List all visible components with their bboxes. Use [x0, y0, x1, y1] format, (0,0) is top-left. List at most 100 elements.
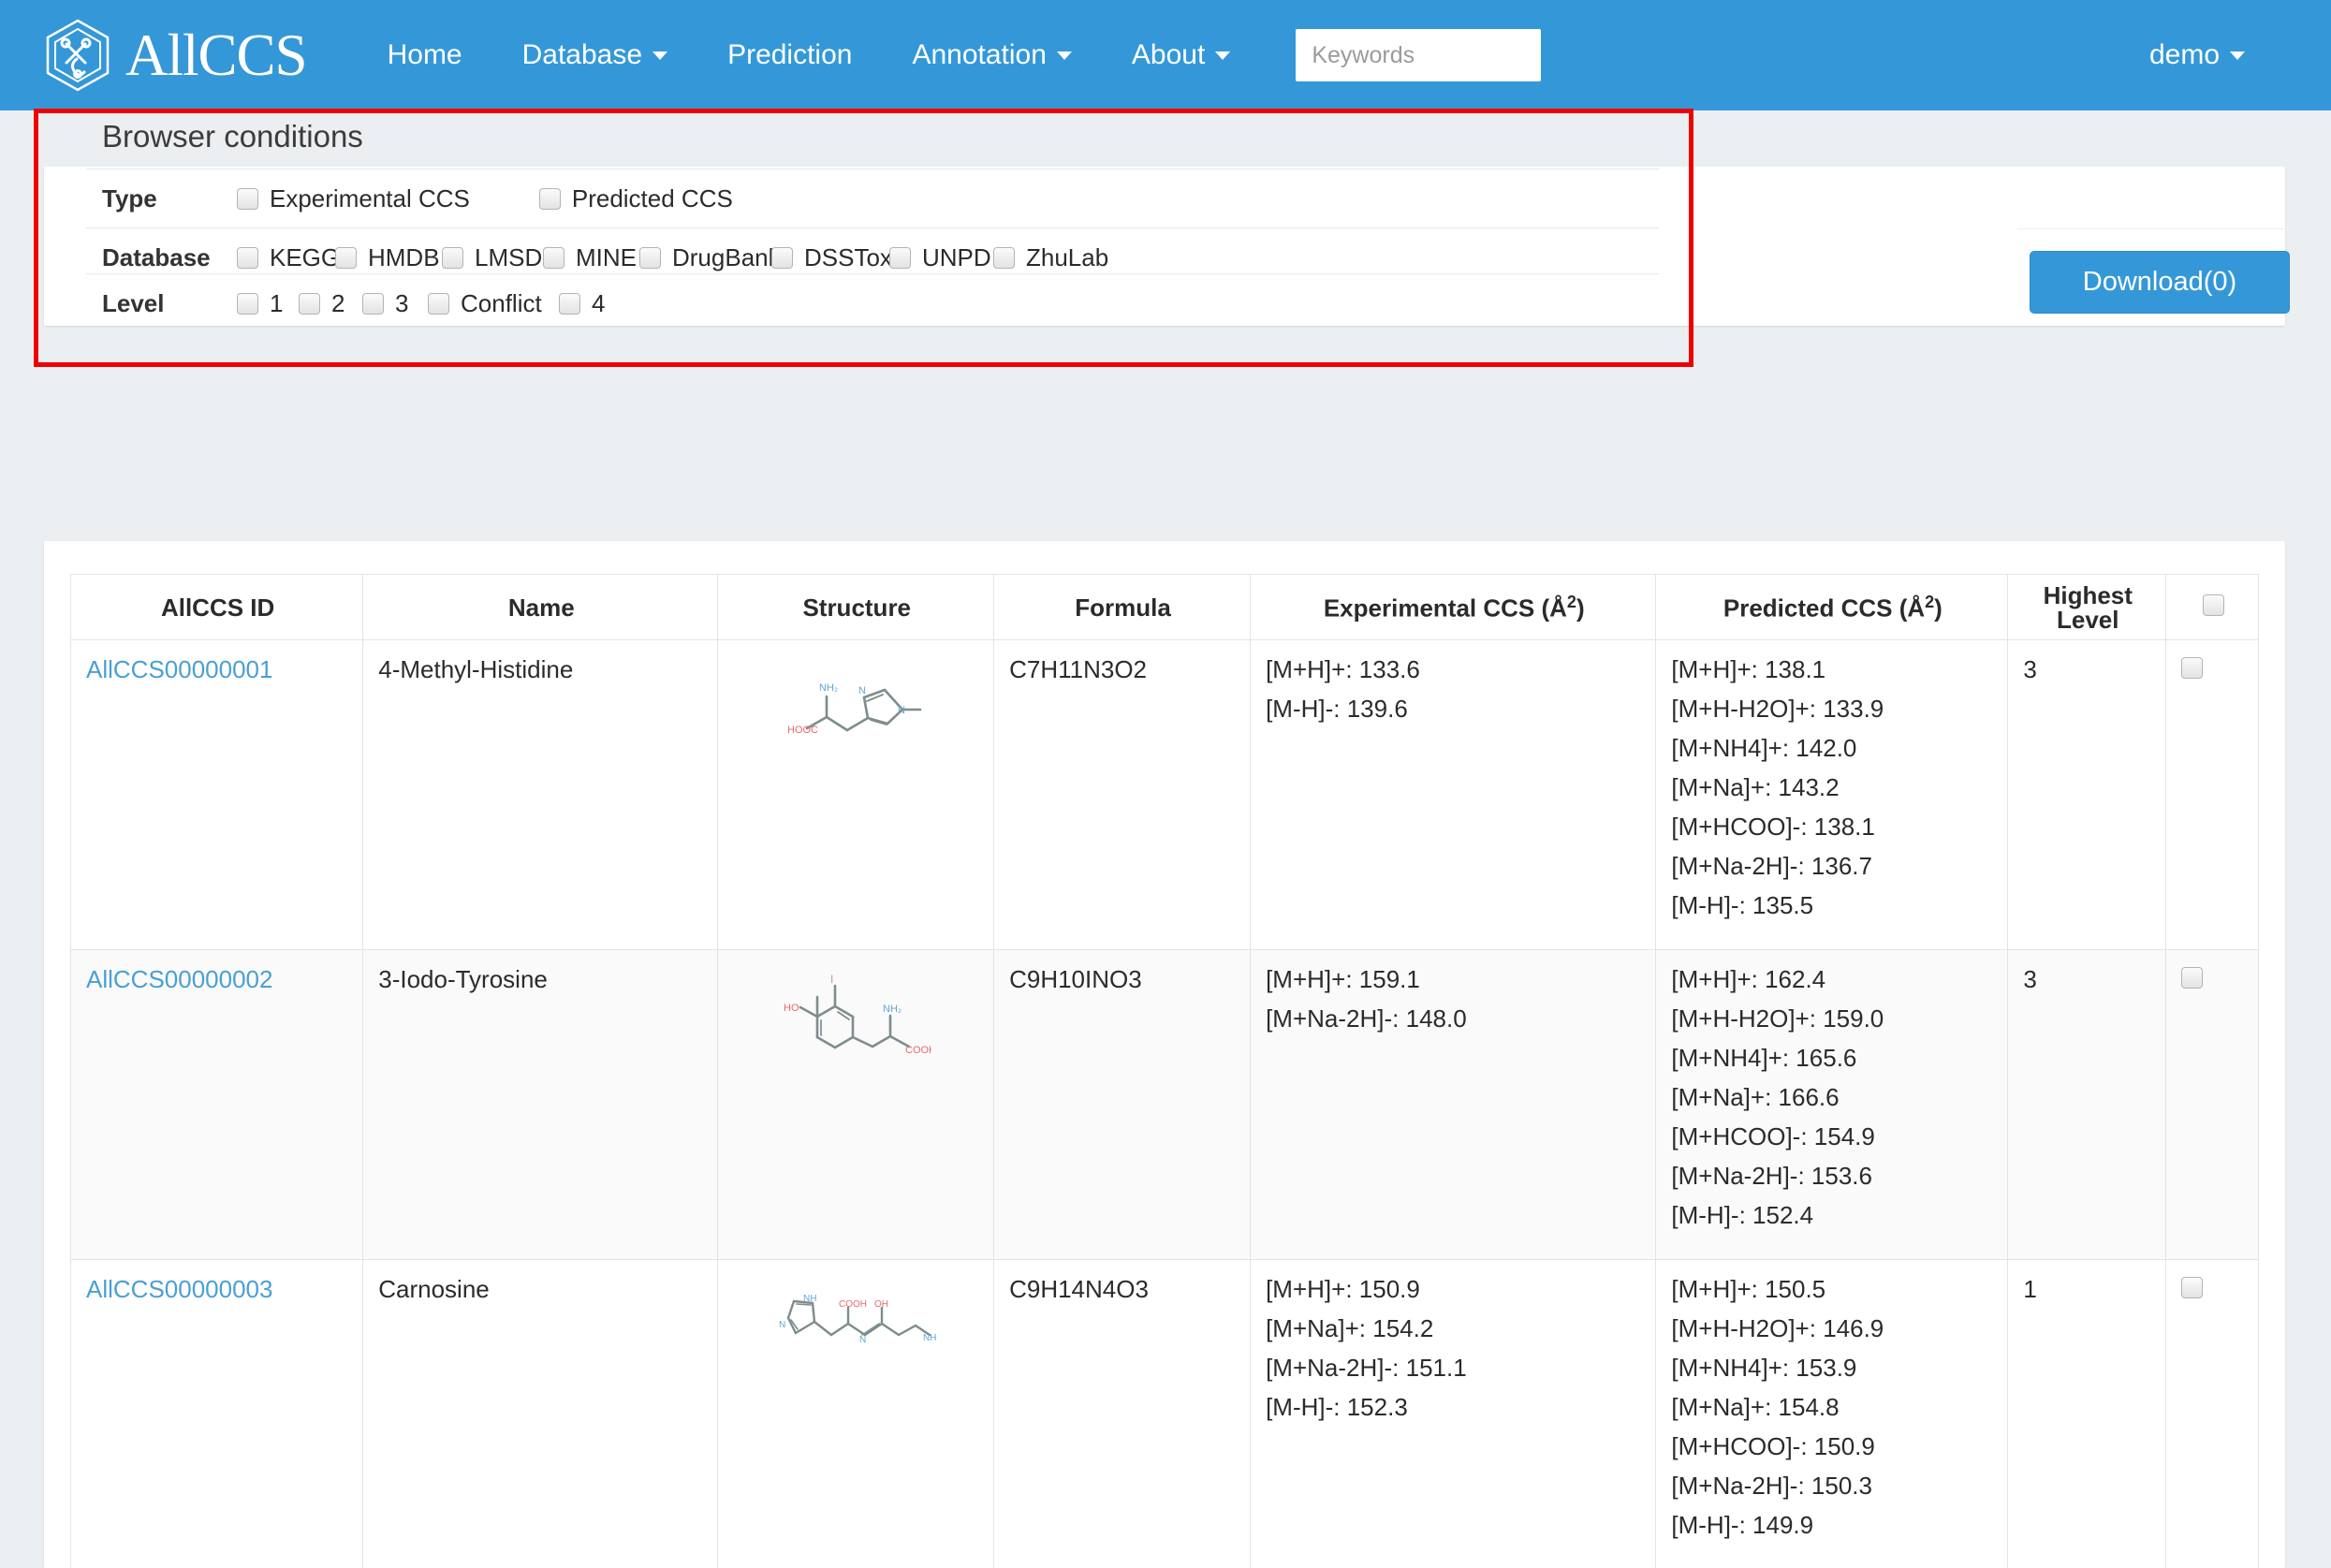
cell-formula: C7H11N3O2: [993, 639, 1252, 950]
cell-allccs-id: AllCCS00000001: [69, 639, 364, 950]
chevron-down-icon: [1215, 51, 1231, 60]
cell-formula: C9H14N4O3: [993, 1259, 1252, 1568]
user-menu-demo[interactable]: demo: [2119, 39, 2275, 71]
search-input[interactable]: [1296, 29, 1542, 81]
checkbox-dsstox[interactable]: [771, 246, 793, 269]
nav-item-prediction[interactable]: Prediction: [697, 39, 882, 71]
checkbox-item-level-2[interactable]: 2: [299, 289, 362, 318]
svg-text:HOOC: HOOC: [787, 725, 818, 736]
cell-allccs-id: AllCCS00000002: [69, 949, 364, 1260]
checkbox-level-2[interactable]: [299, 292, 320, 315]
checkbox-item-drugbank[interactable]: DrugBank: [639, 243, 781, 272]
nav-item-database[interactable]: Database: [492, 39, 697, 71]
checkbox-item-level-3[interactable]: 3: [362, 289, 428, 318]
checkbox-item-mine[interactable]: MINE: [543, 243, 639, 272]
checkbox-label: 2: [331, 288, 345, 317]
cell-row-select: [2165, 639, 2259, 950]
checkbox-experimental-ccs[interactable]: [237, 187, 258, 210]
ccs-value: [M+H-H2O]+: 133.9: [1671, 695, 1884, 723]
checkbox-label: DSSTox: [804, 242, 892, 271]
checkbox-predicted-ccs[interactable]: [538, 187, 561, 210]
chevron-down-icon: [1056, 51, 1072, 60]
nav-item-annotation[interactable]: Annotation: [882, 39, 1101, 71]
checkbox-item-lmsd[interactable]: LMSD: [442, 243, 543, 272]
ccs-value: [M+Na-2H]-: 148.0: [1266, 1004, 1467, 1033]
checkbox-level-conflict[interactable]: [428, 292, 449, 315]
checkbox-drugbank[interactable]: [639, 246, 661, 269]
checkbox-level-1[interactable]: [237, 292, 258, 315]
checkbox-unpd[interactable]: [889, 246, 911, 269]
svg-text:OH: OH: [874, 1299, 888, 1310]
cell-allccs-id: AllCCS00000003: [69, 1259, 364, 1568]
checkbox-row-select[interactable]: [2181, 1277, 2204, 1298]
checkbox-select-all[interactable]: [2202, 594, 2224, 616]
column-header-name[interactable]: Name: [362, 574, 719, 640]
column-header-formula[interactable]: Formula: [993, 574, 1252, 640]
ccs-value: [M+NH4]+: 153.9: [1671, 1354, 1857, 1382]
nav-item-home[interactable]: Home: [358, 39, 492, 71]
checkbox-row-select[interactable]: [2181, 967, 2204, 989]
nav-right: demo: [2119, 39, 2275, 71]
checkbox-item-level-1[interactable]: 1: [237, 289, 299, 318]
allccs-id-link[interactable]: AllCCS00000002: [86, 965, 272, 993]
checkbox-label: KEGG: [270, 242, 341, 271]
brand-logo[interactable]: AllCCS: [43, 18, 308, 93]
checkbox-level-3[interactable]: [362, 292, 384, 315]
browser-conditions-title: Browser conditions: [102, 119, 363, 154]
cell-experimental-ccs: [M+H]+: 150.9 [M+Na]+: 154.2 [M+Na-2H]-:…: [1250, 1259, 1657, 1568]
cell-name: 3-Iodo-Tyrosine: [362, 949, 719, 1260]
checkbox-hmdb[interactable]: [335, 246, 357, 269]
svg-text:NH₂: NH₂: [883, 1004, 902, 1015]
checkbox-item-dsstox[interactable]: DSSTox: [771, 242, 892, 272]
column-header-structure[interactable]: Structure: [717, 574, 995, 640]
download-button[interactable]: Download(0): [2030, 251, 2290, 314]
table-row: AllCCS00000001 4-Methyl-Histidine HOOC N…: [69, 639, 2259, 950]
checkbox-zhulab[interactable]: [993, 246, 1015, 269]
checkbox-label: HMDB: [368, 242, 440, 271]
checkbox-item-zhulab[interactable]: ZhuLab: [993, 243, 1108, 272]
checkbox-mine[interactable]: [543, 246, 564, 269]
allccs-id-link[interactable]: AllCCS00000001: [86, 655, 272, 683]
ccs-value: [M+Na-2H]-: 153.6: [1671, 1162, 1872, 1190]
ccs-value: [M+H]+: 150.9: [1266, 1275, 1420, 1303]
checkbox-item-kegg[interactable]: KEGG: [237, 243, 340, 272]
cell-name: 4-Methyl-Histidine: [362, 639, 719, 950]
results-table-card: AllCCS ID Name Structure Formula Experim…: [44, 541, 2285, 1568]
column-header-allccs-id[interactable]: AllCCS ID: [69, 574, 364, 640]
checkbox-lmsd[interactable]: [442, 246, 463, 269]
checkbox-item-unpd[interactable]: UNPD: [889, 243, 993, 272]
checkbox-label: 4: [592, 288, 606, 317]
svg-text:HO: HO: [784, 1003, 799, 1014]
column-header-experimental-ccs[interactable]: Experimental CCS (Å2): [1250, 574, 1657, 640]
checkbox-kegg[interactable]: [237, 246, 258, 269]
checkbox-item-level-4[interactable]: 4: [559, 289, 605, 318]
checkbox-label: DrugBank: [672, 242, 781, 271]
chevron-down-icon: [2230, 51, 2245, 60]
cell-predicted-ccs: [M+H]+: 150.5 [M+H-H2O]+: 146.9 [M+NH4]+…: [1655, 1259, 2009, 1568]
nav-item-label: Database: [521, 39, 643, 70]
iodo-tyrosine-structure-icon: HO I NH₂ COOH: [782, 973, 931, 1076]
ccs-value: [M-H]-: 139.6: [1266, 695, 1408, 723]
predicted-ccs-list: [M+H]+: 138.1 [M+H-H2O]+: 133.9 [M+NH4]+…: [1671, 657, 1994, 917]
cell-structure: HOOC NH₂ N N: [717, 639, 995, 950]
ccs-value: [M-H]-: 152.3: [1266, 1393, 1408, 1421]
checkbox-level-4[interactable]: [559, 292, 580, 315]
checkbox-item-experimental-ccs[interactable]: Experimental CCS: [237, 184, 470, 213]
methyl-histidine-structure-icon: HOOC NH₂ N N: [782, 682, 931, 766]
predicted-ccs-list: [M+H]+: 150.5 [M+H-H2O]+: 146.9 [M+NH4]+…: [1671, 1277, 1994, 1537]
ccs-value: [M+HCOO]-: 150.9: [1671, 1432, 1875, 1460]
checkbox-item-predicted-ccs[interactable]: Predicted CCS: [538, 184, 733, 213]
column-header-predicted-ccs[interactable]: Predicted CCS (Å2): [1655, 574, 2009, 640]
cell-predicted-ccs: [M+H]+: 138.1 [M+H-H2O]+: 133.9 [M+NH4]+…: [1655, 639, 2009, 950]
svg-text:N: N: [859, 1335, 866, 1345]
nav-item-about[interactable]: About: [1102, 39, 1260, 71]
allccs-id-link[interactable]: AllCCS00000003: [86, 1275, 272, 1303]
checkbox-item-level-conflict[interactable]: Conflict: [428, 289, 559, 318]
checkbox-label: 1: [270, 288, 284, 317]
cell-row-select: [2165, 1259, 2259, 1568]
nav-item-label: Annotation: [912, 39, 1047, 70]
checkbox-item-hmdb[interactable]: HMDB: [335, 243, 442, 272]
checkbox-row-select[interactable]: [2181, 657, 2204, 679]
cell-formula: C9H10INO3: [993, 949, 1252, 1260]
column-header-highest-level[interactable]: Highest Level: [2007, 574, 2167, 640]
